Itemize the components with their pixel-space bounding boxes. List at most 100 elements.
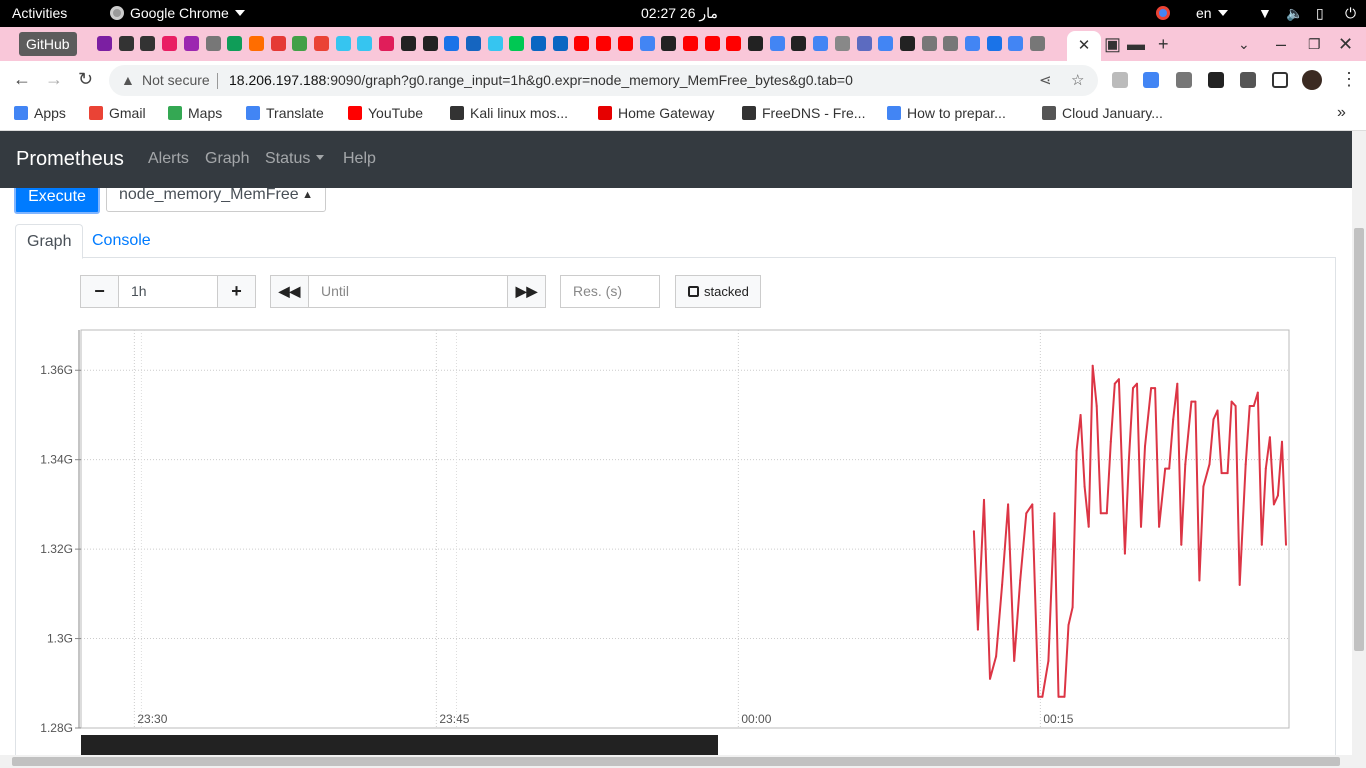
tab-favicon-icon[interactable]	[248, 36, 264, 51]
data-point[interactable]	[1281, 440, 1283, 443]
data-point[interactable]	[1208, 463, 1211, 466]
data-point[interactable]	[1140, 525, 1142, 528]
tab-favicon-icon[interactable]	[140, 36, 156, 51]
tab-favicon-icon[interactable]	[183, 36, 199, 51]
data-point[interactable]	[1117, 378, 1120, 381]
data-point[interactable]	[1031, 503, 1034, 506]
bookmark-item[interactable]: Home Gateway	[598, 105, 714, 121]
restore-button[interactable]: ❐	[1308, 36, 1321, 53]
data-point[interactable]	[995, 655, 998, 658]
tab-favicon-icon[interactable]	[487, 36, 503, 51]
tab-favicon-icon[interactable]	[899, 36, 915, 51]
data-point[interactable]	[1132, 387, 1134, 390]
data-point[interactable]	[1176, 382, 1179, 385]
data-point[interactable]	[1234, 405, 1237, 407]
data-point[interactable]	[1276, 494, 1279, 497]
data-point[interactable]	[1087, 525, 1090, 528]
notion-extension-icon[interactable]	[1208, 72, 1224, 88]
data-point[interactable]	[989, 677, 991, 680]
reload-icon[interactable]: ↻	[78, 69, 93, 90]
language-indicator[interactable]: en	[1196, 5, 1228, 21]
nav-help[interactable]: Help	[343, 150, 376, 168]
tab-favicon-icon[interactable]	[314, 36, 329, 51]
bookmark-item[interactable]: Maps	[168, 105, 222, 121]
bookmark-item[interactable]: Apps	[14, 105, 66, 121]
time-series-chart[interactable]: 1.28G 1.3G 1.32G 1.34G 1.36G 23:30 23:45 00:00 0…	[0, 188, 1352, 755]
tab-favicon-icon[interactable]	[856, 36, 872, 51]
tab-favicon-icon[interactable]	[1008, 36, 1024, 51]
side-panel-icon[interactable]	[1272, 72, 1288, 88]
more-menu-icon[interactable]: ⋮	[1340, 69, 1358, 90]
data-point[interactable]	[1168, 467, 1171, 470]
tab-favicon-icon[interactable]	[769, 36, 785, 51]
address-bar[interactable]: ▲ Not secure 18.206.197.188:9090/graph?g…	[109, 65, 1098, 96]
tab-favicon-icon[interactable]	[227, 36, 243, 51]
data-point[interactable]	[1001, 583, 1004, 586]
bookmark-item[interactable]: FreeDNS - Fre...	[742, 105, 865, 121]
tab-favicon-icon[interactable]	[813, 36, 829, 51]
data-point[interactable]	[1079, 414, 1082, 416]
data-point[interactable]	[1109, 440, 1112, 443]
url-text[interactable]: 18.206.197.188:9090/graph?g0.range_input…	[229, 65, 853, 96]
data-point[interactable]	[1198, 579, 1201, 582]
data-point[interactable]	[972, 530, 975, 533]
nav-graph[interactable]: Graph	[205, 150, 249, 168]
battery-icon[interactable]: ▯	[1316, 5, 1324, 22]
extension-icon[interactable]	[1176, 72, 1192, 88]
tab-favicon-icon[interactable]	[639, 36, 655, 51]
tab-favicon-icon[interactable]	[943, 36, 959, 51]
tab-favicon-icon[interactable]	[596, 36, 612, 51]
tab-group-github[interactable]: GitHub	[19, 32, 77, 56]
horizontal-scrollbar[interactable]	[0, 755, 1366, 768]
tab-favicon-icon[interactable]	[965, 36, 980, 51]
puzzle-icon[interactable]	[1240, 72, 1256, 88]
data-point[interactable]	[1067, 624, 1070, 627]
data-point[interactable]	[1113, 382, 1116, 385]
data-point[interactable]	[1136, 382, 1138, 385]
data-point[interactable]	[1007, 503, 1010, 506]
data-point[interactable]	[1272, 503, 1275, 506]
data-point[interactable]	[1238, 583, 1241, 586]
tab-close-button[interactable]: ✕	[1067, 31, 1101, 61]
bookmark-item[interactable]: Translate	[246, 105, 324, 121]
tab-favicon-icon[interactable]	[422, 36, 438, 51]
brand-logo-text[interactable]: Prometheus	[16, 148, 124, 171]
data-point[interactable]	[1013, 659, 1016, 662]
tab-favicon-icon[interactable]	[661, 36, 677, 51]
data-point[interactable]	[1268, 436, 1271, 439]
data-point[interactable]	[1194, 400, 1197, 403]
data-point[interactable]	[1154, 387, 1157, 390]
tab-favicon-icon[interactable]	[574, 36, 590, 51]
tab-favicon-icon[interactable]	[379, 36, 395, 51]
data-point[interactable]	[1127, 458, 1130, 461]
chrome-tray-icon[interactable]	[1156, 5, 1176, 21]
tab-favicon-icon[interactable]	[162, 36, 178, 51]
data-point[interactable]	[1172, 418, 1175, 421]
new-tab-button[interactable]: +	[1158, 34, 1169, 55]
data-point[interactable]	[1019, 579, 1022, 582]
tab-favicon-icon[interactable]	[335, 36, 351, 51]
data-point[interactable]	[1180, 543, 1183, 546]
scrollbar-thumb[interactable]	[1354, 228, 1364, 651]
data-point[interactable]	[1123, 552, 1126, 555]
tab-favicon-icon[interactable]	[921, 36, 937, 51]
terminal-tab-icon[interactable]: ▬	[1127, 34, 1145, 55]
data-point[interactable]	[1252, 405, 1255, 407]
tab-favicon-icon[interactable]	[748, 36, 763, 51]
data-point[interactable]	[1144, 445, 1146, 448]
tab-favicon-icon[interactable]	[270, 36, 286, 51]
share-icon[interactable]: ⋖	[1039, 65, 1052, 96]
activities-button[interactable]: Activities	[12, 5, 67, 21]
tab-favicon-icon[interactable]	[357, 36, 373, 51]
tab-favicon-icon[interactable]	[834, 36, 850, 51]
tab-favicon-icon[interactable]	[704, 36, 720, 51]
data-point[interactable]	[1091, 364, 1094, 367]
data-point[interactable]	[1212, 418, 1215, 421]
window-close-button[interactable]: ✕	[1338, 34, 1353, 55]
data-point[interactable]	[1037, 695, 1040, 698]
nav-status[interactable]: Status	[265, 150, 325, 168]
data-point[interactable]	[1150, 387, 1153, 390]
clock[interactable]: 02:27 26 مار	[641, 5, 718, 22]
minimize-button[interactable]: –	[1276, 34, 1286, 55]
power-icon[interactable]: ⏻	[1345, 5, 1356, 22]
